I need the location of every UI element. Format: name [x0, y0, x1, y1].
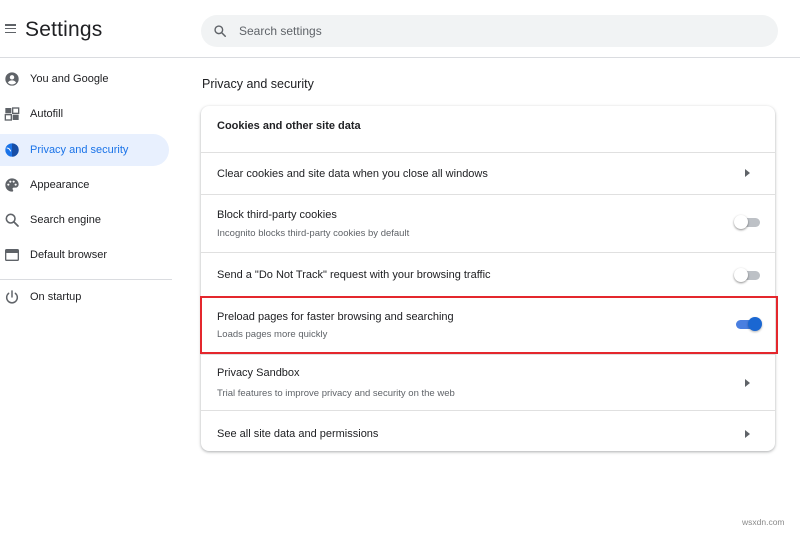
hamburger-menu-icon[interactable]: [5, 24, 16, 34]
toggle-switch[interactable]: [734, 268, 762, 282]
row-title: Privacy Sandbox: [217, 367, 300, 379]
toggle-switch[interactable]: [734, 317, 762, 331]
sidebar-item-label: Default browser: [30, 249, 108, 261]
sidebar-item-on-startup[interactable]: On startup: [0, 281, 169, 313]
sidebar-item-label: Autofill: [30, 108, 64, 120]
sidebar-item-appearance[interactable]: Appearance: [0, 169, 169, 201]
row-subtitle: Incognito blocks third-party cookies by …: [217, 228, 410, 239]
sidebar-item-label: Appearance: [30, 179, 90, 191]
row-subtitle: Trial features to improve privacy and se…: [217, 388, 455, 399]
search-icon: [5, 213, 19, 227]
autofill-icon: [4, 107, 20, 121]
app-title: Settings: [25, 18, 103, 41]
row-title: Send a "Do Not Track" request with your …: [217, 269, 491, 281]
setting-row-privacy-sandbox[interactable]: Privacy Sandbox Trial features to improv…: [201, 354, 775, 410]
arrow-right-icon[interactable]: [745, 379, 750, 387]
setting-row-do-not-track[interactable]: Send a "Do Not Track" request with your …: [201, 252, 775, 296]
shield-icon: [5, 143, 19, 157]
sidebar-divider: [0, 279, 172, 280]
browser-window-icon: [5, 249, 19, 261]
section-title: Privacy and security: [202, 77, 314, 91]
row-subtitle: Loads pages more quickly: [217, 329, 328, 340]
sidebar-item-privacy-and-security[interactable]: Privacy and security: [0, 134, 169, 166]
setting-row-block-third-party-cookies[interactable]: Block third-party cookies Incognito bloc…: [201, 194, 775, 252]
arrow-right-icon[interactable]: [745, 169, 750, 177]
search-box[interactable]: [201, 15, 778, 47]
cookies-settings-card: Cookies and other site data Clear cookie…: [201, 106, 775, 451]
setting-row-see-all-site-data[interactable]: See all site data and permissions: [201, 410, 775, 451]
search-icon: [214, 25, 227, 38]
app-header: Settings: [0, 0, 800, 58]
row-title: Preload pages for faster browsing and se…: [217, 311, 454, 323]
card-header: Cookies and other site data: [217, 120, 361, 132]
sidebar-item-label: You and Google: [30, 73, 109, 85]
setting-row-clear-cookies[interactable]: Clear cookies and site data when you clo…: [201, 152, 775, 194]
person-circle-icon: [5, 72, 19, 86]
arrow-right-icon[interactable]: [745, 430, 750, 438]
sidebar-item-default-browser[interactable]: Default browser: [0, 239, 169, 271]
power-icon: [6, 290, 18, 304]
row-title: Block third-party cookies: [217, 209, 337, 221]
row-title: See all site data and permissions: [217, 428, 379, 440]
sidebar-item-search-engine[interactable]: Search engine: [0, 204, 169, 236]
toggle-switch[interactable]: [734, 215, 762, 229]
watermark: wsxdn.com: [742, 517, 785, 527]
sidebar-item-label: Privacy and security: [30, 144, 129, 156]
sidebar-item-you-and-google[interactable]: You and Google: [0, 63, 169, 95]
palette-icon: [5, 178, 19, 192]
setting-row-preload-pages[interactable]: Preload pages for faster browsing and se…: [201, 296, 775, 354]
sidebar-item-label: Search engine: [30, 214, 101, 226]
search-input[interactable]: [239, 15, 759, 47]
sidebar-item-label: On startup: [30, 291, 82, 303]
row-title: Clear cookies and site data when you clo…: [217, 168, 488, 180]
sidebar-item-autofill[interactable]: Autofill: [0, 98, 169, 130]
